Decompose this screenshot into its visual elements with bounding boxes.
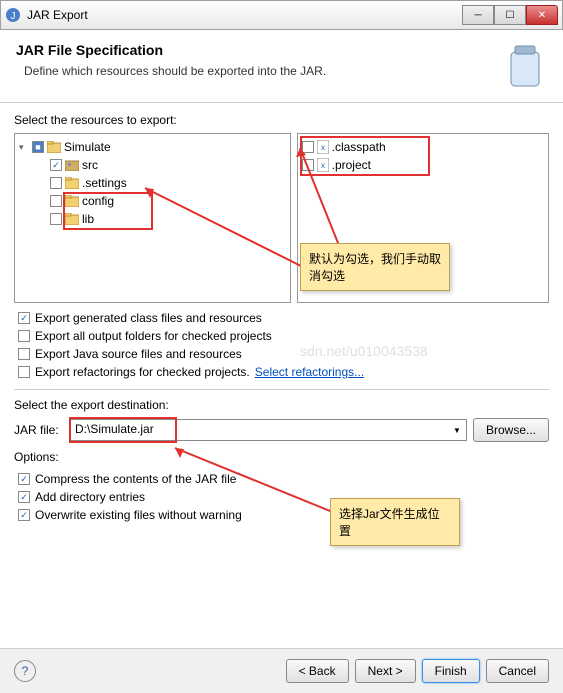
folder-icon [65, 177, 79, 189]
refactorings-link[interactable]: Select refactorings... [255, 365, 364, 379]
opt-overwrite[interactable]: ✓Overwrite existing files without warnin… [14, 506, 549, 524]
maximize-button[interactable]: ☐ [494, 5, 526, 25]
folder-icon [65, 195, 79, 207]
project-icon [47, 141, 61, 153]
tree-item-lib[interactable]: lib [19, 210, 286, 228]
app-icon: J [5, 7, 21, 23]
package-icon [65, 159, 79, 171]
tree-label: .settings [82, 176, 127, 190]
file-label: .project [332, 158, 371, 172]
header-description: Define which resources should be exporte… [16, 64, 503, 78]
tree-label: Simulate [64, 140, 111, 154]
opt-label: Export all output folders for checked pr… [35, 329, 272, 343]
opt-label: Overwrite existing files without warning [35, 508, 242, 522]
tree-item-config[interactable]: config [19, 192, 286, 210]
opt-label: Export generated class files and resourc… [35, 311, 262, 325]
chevron-down-icon[interactable]: ▼ [450, 422, 464, 438]
tree-item-settings[interactable]: .settings [19, 174, 286, 192]
annotation-note1: 默认为勾选，我们手动取消勾选 [300, 243, 450, 291]
browse-button[interactable]: Browse... [473, 418, 549, 442]
options-label: Options: [14, 450, 549, 464]
file-item-project[interactable]: x .project [302, 156, 544, 174]
resource-tree-pane[interactable]: ▾ ■ Simulate ✓ src .settings [14, 133, 291, 303]
jar-icon [503, 42, 547, 90]
svg-text:J: J [11, 11, 16, 22]
opt-label: Export Java source files and resources [35, 347, 242, 361]
opt-gen-class[interactable]: ✓Export generated class files and resour… [14, 309, 549, 327]
window-title: JAR Export [27, 8, 462, 22]
opt-label: Compress the contents of the JAR file [35, 472, 236, 486]
opt-label: Export refactorings for checked projects… [35, 365, 250, 379]
jar-file-label: JAR file: [14, 423, 64, 437]
annotation-note2: 选择Jar文件生成位置 [330, 498, 460, 546]
opt-all-output[interactable]: Export all output folders for checked pr… [14, 327, 549, 345]
svg-text:x: x [321, 161, 325, 170]
file-icon: x [317, 140, 329, 154]
resources-label: Select the resources to export: [14, 113, 549, 127]
opt-java-source[interactable]: Export Java source files and resources [14, 345, 549, 363]
tree-root-simulate[interactable]: ▾ ■ Simulate [19, 138, 286, 156]
tree-label: src [82, 158, 98, 172]
opt-compress[interactable]: ✓Compress the contents of the JAR file [14, 470, 549, 488]
file-icon: x [317, 158, 329, 172]
tree-item-src[interactable]: ✓ src [19, 156, 286, 174]
tree-label: lib [82, 212, 94, 226]
file-item-classpath[interactable]: x .classpath [302, 138, 544, 156]
folder-icon [65, 213, 79, 225]
tree-label: config [82, 194, 114, 208]
next-button[interactable]: Next > [355, 659, 416, 683]
help-button[interactable]: ? [14, 660, 36, 682]
opt-label: Add directory entries [35, 490, 145, 504]
svg-text:x: x [321, 143, 325, 152]
dialog-button-bar: ? < Back Next > Finish Cancel [0, 648, 563, 693]
destination-label: Select the export destination: [14, 398, 549, 412]
jar-file-value: D:\Simulate.jar [75, 422, 154, 436]
header-title: JAR File Specification [16, 42, 503, 58]
minimize-button[interactable]: ─ [462, 5, 494, 25]
opt-add-dir[interactable]: ✓Add directory entries [14, 488, 549, 506]
finish-button[interactable]: Finish [422, 659, 480, 683]
dialog-header: JAR File Specification Define which reso… [0, 30, 563, 103]
window-titlebar: J JAR Export ─ ☐ ✕ [0, 0, 563, 30]
opt-refactorings[interactable]: Export refactorings for checked projects… [14, 363, 549, 381]
back-button[interactable]: < Back [286, 659, 349, 683]
cancel-button[interactable]: Cancel [486, 659, 549, 683]
close-button[interactable]: ✕ [526, 5, 558, 25]
jar-file-combo[interactable]: D:\Simulate.jar ▼ [70, 419, 467, 441]
file-label: .classpath [332, 140, 386, 154]
